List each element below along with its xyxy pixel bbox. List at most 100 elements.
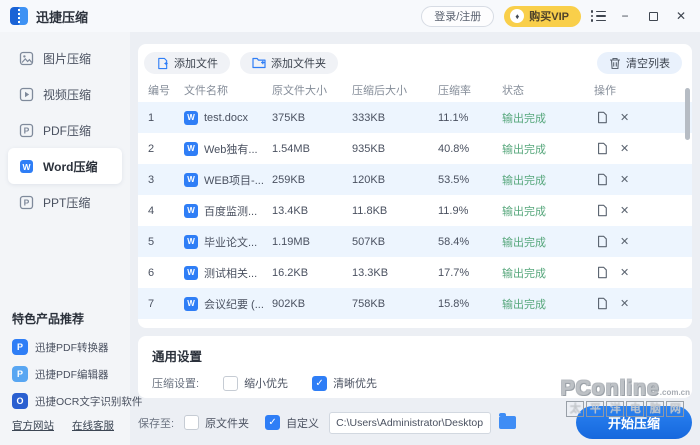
remove-file-icon[interactable]: ✕	[620, 111, 629, 124]
remove-file-icon[interactable]: ✕	[620, 204, 629, 217]
compression-ratio: 58.4%	[438, 235, 470, 248]
maximize-button[interactable]	[644, 7, 662, 25]
clarity-priority-checkbox[interactable]: ✓	[312, 375, 328, 391]
product-pdf-converter[interactable]: P 迅捷PDF转换器	[12, 339, 118, 355]
file-name-cell: W 会议纪要 (...	[184, 296, 272, 312]
row-number: 2	[148, 142, 155, 155]
svg-text:P: P	[23, 125, 29, 135]
operation-cell: ✕	[594, 266, 688, 279]
menu-list-icon[interactable]	[591, 9, 606, 24]
add-folder-button[interactable]: 添加文件夹	[240, 52, 338, 74]
product-label: 迅捷OCR文字识别软件	[35, 395, 143, 408]
minimize-button[interactable]: −	[616, 7, 634, 25]
custom-folder-label: 自定义	[286, 417, 320, 430]
login-register-button[interactable]: 登录/注册	[421, 5, 495, 27]
word-file-icon: W	[184, 203, 198, 218]
remove-file-icon[interactable]: ✕	[620, 297, 629, 310]
custom-folder-option[interactable]: ✓ 自定义	[265, 415, 319, 431]
product-ocr[interactable]: O 迅捷OCR文字识别软件	[12, 393, 142, 409]
table-row: 6 W 测试相关... 16.2KB 13.3KB 17.7% 输出完成 ✕	[138, 257, 692, 288]
sidebar-item-word-compress[interactable]: W Word压缩	[8, 148, 122, 184]
operation-cell: ✕	[594, 111, 688, 124]
original-folder-label: 原文件夹	[205, 417, 250, 430]
col-header-filename: 文件名称	[184, 85, 228, 97]
compressed-size: 333KB	[352, 111, 386, 124]
product-label: 迅捷PDF编辑器	[35, 368, 109, 381]
recommend-title: 特色产品推荐	[12, 312, 85, 326]
original-folder-option[interactable]: 原文件夹	[184, 415, 249, 431]
file-name-cell: W test.docx	[184, 110, 272, 125]
close-button[interactable]: ✕	[672, 7, 690, 25]
remove-file-icon[interactable]: ✕	[620, 173, 629, 186]
col-header-operation: 操作	[594, 85, 616, 97]
table-scrollbar[interactable]	[685, 88, 690, 140]
row-number: 1	[148, 111, 155, 124]
original-size: 375KB	[272, 111, 306, 124]
compression-ratio: 40.8%	[438, 142, 470, 155]
sidebar-item-label: PDF压缩	[43, 123, 92, 138]
compressed-size: 507KB	[352, 235, 386, 248]
compressed-size: 120KB	[352, 173, 386, 186]
compression-ratio: 11.1%	[438, 111, 469, 124]
file-name-cell: W 毕业论文...	[184, 234, 272, 250]
size-priority-option[interactable]: 缩小优先	[223, 375, 288, 391]
open-file-location-icon[interactable]	[596, 235, 608, 248]
original-size: 1.19MB	[272, 235, 310, 248]
compressed-size: 935KB	[352, 142, 386, 155]
sidebar-item-video-compress[interactable]: 视频压缩	[8, 76, 122, 112]
open-file-location-icon[interactable]	[596, 204, 608, 217]
status-text: 输出完成	[502, 112, 546, 125]
main-area: 添加文件 添加文件夹 清空列表 编号 文件名称 原文件大小 压缩后大小 压缩率 …	[130, 32, 700, 445]
open-file-location-icon[interactable]	[596, 173, 608, 186]
status-text: 输出完成	[502, 298, 546, 311]
open-file-location-icon[interactable]	[596, 297, 608, 310]
add-folder-label: 添加文件夹	[271, 58, 326, 70]
operation-cell: ✕	[594, 142, 688, 155]
settings-title: 通用设置	[152, 350, 203, 364]
compression-ratio: 53.5%	[438, 173, 470, 186]
svg-text:P: P	[23, 197, 29, 207]
product-pdf-editor[interactable]: P 迅捷PDF编辑器	[12, 366, 118, 382]
start-compress-button[interactable]: 开始压缩	[576, 406, 692, 439]
operation-cell: ✕	[594, 297, 688, 310]
status-text: 输出完成	[502, 236, 546, 249]
add-file-button[interactable]: 添加文件	[144, 52, 230, 74]
browse-folder-icon[interactable]	[499, 413, 517, 429]
clarity-priority-option[interactable]: ✓ 清晰优先	[312, 375, 377, 391]
custom-folder-checkbox[interactable]: ✓	[265, 415, 281, 430]
pdf-editor-icon: P	[12, 366, 28, 382]
table-row: 2 W Web独有... 1.54MB 935KB 40.8% 输出完成 ✕	[138, 133, 692, 164]
compression-ratio: 11.9%	[438, 204, 469, 217]
word-file-icon: W	[184, 141, 198, 156]
remove-file-icon[interactable]: ✕	[620, 142, 629, 155]
open-file-location-icon[interactable]	[596, 111, 608, 124]
original-folder-checkbox[interactable]	[184, 415, 200, 430]
word-file-icon: W	[184, 172, 198, 187]
sidebar-item-pdf-compress[interactable]: P PDF压缩	[8, 112, 122, 148]
sidebar-item-label: 图片压缩	[43, 51, 92, 66]
online-support-link[interactable]: 在线客服	[72, 418, 114, 433]
general-settings-card: 通用设置 压缩设置: 缩小优先 ✓ 清晰优先	[138, 336, 692, 398]
sidebar-item-image-compress[interactable]: 图片压缩	[8, 40, 122, 76]
clarity-priority-label: 清晰优先	[333, 378, 378, 390]
toolbar: 添加文件 添加文件夹 清空列表	[138, 44, 692, 78]
save-to-label: 保存至:	[138, 417, 175, 430]
file-name-cell: W 测试相关...	[184, 265, 272, 281]
open-file-location-icon[interactable]	[596, 142, 608, 155]
size-priority-checkbox[interactable]	[223, 375, 239, 391]
remove-file-icon[interactable]: ✕	[620, 235, 629, 248]
word-file-icon: W	[184, 110, 198, 125]
official-website-link[interactable]: 官方网站	[12, 418, 54, 433]
buy-vip-button[interactable]: ♦ 购买VIP	[504, 5, 581, 27]
sidebar-item-ppt-compress[interactable]: P PPT压缩	[8, 184, 122, 220]
open-file-location-icon[interactable]	[596, 266, 608, 279]
remove-file-icon[interactable]: ✕	[620, 266, 629, 279]
status-text: 输出完成	[502, 174, 546, 187]
file-name: Web独有...	[204, 143, 258, 156]
original-size: 1.54MB	[272, 142, 310, 155]
save-path-input[interactable]	[329, 411, 492, 434]
word-file-icon: W	[184, 265, 198, 280]
row-number: 3	[148, 173, 155, 186]
clear-list-button[interactable]: 清空列表	[597, 52, 682, 74]
original-size: 13.4KB	[272, 204, 309, 217]
